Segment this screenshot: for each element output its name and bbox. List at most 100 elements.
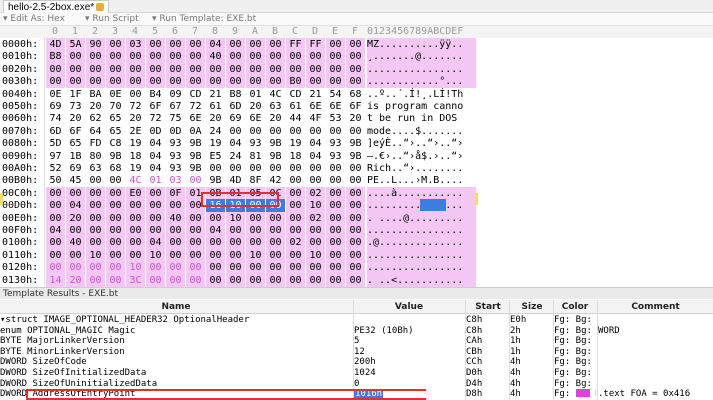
hex-byte[interactable]: 04	[306, 150, 325, 163]
hex-byte[interactable]: 00	[166, 75, 185, 89]
hex-byte[interactable]: 50	[46, 174, 65, 187]
hex-byte[interactable]: 00	[346, 75, 365, 89]
hex-byte[interactable]: 10	[246, 248, 265, 262]
hex-byte[interactable]: 00	[86, 50, 105, 64]
run-script-menu[interactable]: ▾ Run Script	[85, 13, 139, 26]
hex-byte[interactable]: 40	[206, 50, 225, 64]
hex-byte[interactable]: 00	[86, 174, 105, 187]
hex-byte[interactable]: 00	[346, 261, 365, 275]
hex-byte[interactable]: 00	[326, 62, 345, 76]
hex-byte[interactable]: 00	[186, 38, 205, 51]
hex-byte[interactable]: 00	[346, 174, 365, 187]
hex-byte[interactable]: 00	[106, 174, 125, 187]
hex-byte[interactable]: 00	[346, 38, 365, 51]
ascii-text[interactable]: . ....@.........	[367, 211, 476, 225]
ascii-text[interactable]: mode....$.......	[367, 125, 476, 138]
hex-byte[interactable]: 80	[86, 150, 105, 163]
hex-byte[interactable]: 1B	[66, 150, 85, 163]
hex-byte[interactable]: 00	[86, 211, 105, 225]
hex-byte[interactable]: 21	[306, 88, 325, 101]
hex-byte[interactable]: 00	[166, 248, 185, 262]
hex-byte[interactable]: 00	[326, 211, 345, 225]
hex-byte[interactable]: 00	[126, 224, 145, 237]
hex-byte[interactable]: 00	[106, 62, 125, 76]
hex-byte[interactable]: 00	[126, 62, 145, 76]
hex-byte[interactable]: 5A	[66, 38, 85, 51]
hex-byte[interactable]: 14	[46, 273, 65, 287]
hex-byte[interactable]: 00	[266, 236, 285, 250]
hex-byte[interactable]: 00	[306, 236, 325, 250]
hex-byte[interactable]: 8F	[246, 174, 265, 187]
hex-byte[interactable]: 00	[326, 273, 345, 287]
hex-byte[interactable]: 00	[326, 174, 345, 187]
hex-byte[interactable]: 01	[246, 88, 265, 101]
ascii-text[interactable]: .@..............	[367, 236, 476, 250]
hex-byte[interactable]: 10	[226, 211, 245, 225]
hex-byte[interactable]: FF	[286, 38, 305, 51]
hex-byte[interactable]: 10	[126, 261, 145, 275]
hex-byte[interactable]: 00	[306, 75, 325, 89]
run-template-menu[interactable]: ▾ Run Template: EXE.bt	[152, 13, 256, 26]
hex-byte[interactable]: 00	[166, 38, 185, 51]
hex-byte[interactable]: 00	[46, 62, 65, 76]
hex-byte[interactable]: 62	[86, 112, 105, 125]
hex-byte[interactable]: 93	[166, 150, 185, 163]
hex-byte[interactable]: 00	[326, 75, 345, 89]
hex-byte[interactable]: 24	[206, 125, 225, 138]
hex-byte[interactable]: 00	[186, 62, 205, 76]
hex-byte[interactable]: 65	[106, 112, 125, 125]
hex-byte[interactable]: 04	[146, 150, 165, 163]
hex-byte[interactable]: 00	[86, 186, 105, 200]
hex-byte[interactable]: 00	[226, 75, 245, 89]
hex-byte[interactable]: 00	[126, 236, 145, 250]
hex-byte[interactable]: 00	[266, 38, 285, 51]
hex-byte[interactable]: 19	[126, 137, 145, 150]
hex-byte[interactable]: 40	[166, 211, 185, 225]
hex-byte[interactable]: 00	[246, 125, 265, 138]
hex-byte[interactable]: 00	[346, 199, 365, 213]
hex-byte[interactable]: 52	[46, 162, 65, 175]
ascii-text[interactable]: ¸.......@.......	[367, 50, 476, 64]
hex-byte[interactable]: 10	[306, 248, 325, 262]
hex-byte[interactable]: 9B	[186, 137, 205, 150]
hex-byte[interactable]: 74	[46, 112, 65, 125]
hex-byte[interactable]: 00	[346, 186, 365, 200]
hex-byte[interactable]: 20	[66, 273, 85, 287]
hex-byte[interactable]: 67	[166, 100, 185, 113]
hex-byte[interactable]: 72	[126, 100, 145, 113]
hex-byte[interactable]: 00	[86, 199, 105, 213]
hex-byte[interactable]: 00	[146, 186, 165, 200]
col-start-header[interactable]: Start	[466, 300, 510, 314]
hex-byte[interactable]: 68	[346, 88, 365, 101]
hex-byte[interactable]: 75	[166, 112, 185, 125]
hex-byte[interactable]: 00	[306, 50, 325, 64]
hex-byte[interactable]: 00	[326, 199, 345, 213]
hex-byte[interactable]: 00	[86, 273, 105, 287]
hex-byte[interactable]: 00	[146, 224, 165, 237]
hex-byte[interactable]: 20	[266, 112, 285, 125]
hex-byte[interactable]: 18	[126, 150, 145, 163]
table-row[interactable]: DWORD SizeOfCode 200h CCh 4h Fg: Bg:	[0, 357, 713, 368]
hex-byte[interactable]: 00	[306, 125, 325, 138]
hex-byte[interactable]: 00	[206, 261, 225, 275]
hex-byte[interactable]: 00	[266, 211, 285, 225]
hex-byte[interactable]: 00	[126, 211, 145, 225]
hex-byte[interactable]: 65	[66, 137, 85, 150]
hex-byte[interactable]: 00	[166, 62, 185, 76]
hex-byte[interactable]: 00	[266, 75, 285, 89]
hex-byte[interactable]: 00	[186, 248, 205, 262]
hex-byte[interactable]: 00	[246, 211, 265, 225]
hex-byte[interactable]: 00	[346, 248, 365, 262]
hex-byte[interactable]: 00	[326, 38, 345, 51]
hex-byte[interactable]: 0D	[146, 125, 165, 138]
hex-byte[interactable]: 02	[306, 211, 325, 225]
hex-byte[interactable]: 00	[206, 236, 225, 250]
hex-byte[interactable]: 9B	[206, 174, 225, 187]
hex-byte[interactable]: 00	[146, 50, 165, 64]
hex-byte[interactable]: 73	[66, 100, 85, 113]
hex-byte[interactable]: 00	[326, 50, 345, 64]
hex-byte[interactable]: 00	[226, 50, 245, 64]
hex-byte[interactable]: 65	[106, 125, 125, 138]
hex-byte[interactable]: B8	[226, 88, 245, 101]
hex-byte[interactable]: 61	[286, 100, 305, 113]
